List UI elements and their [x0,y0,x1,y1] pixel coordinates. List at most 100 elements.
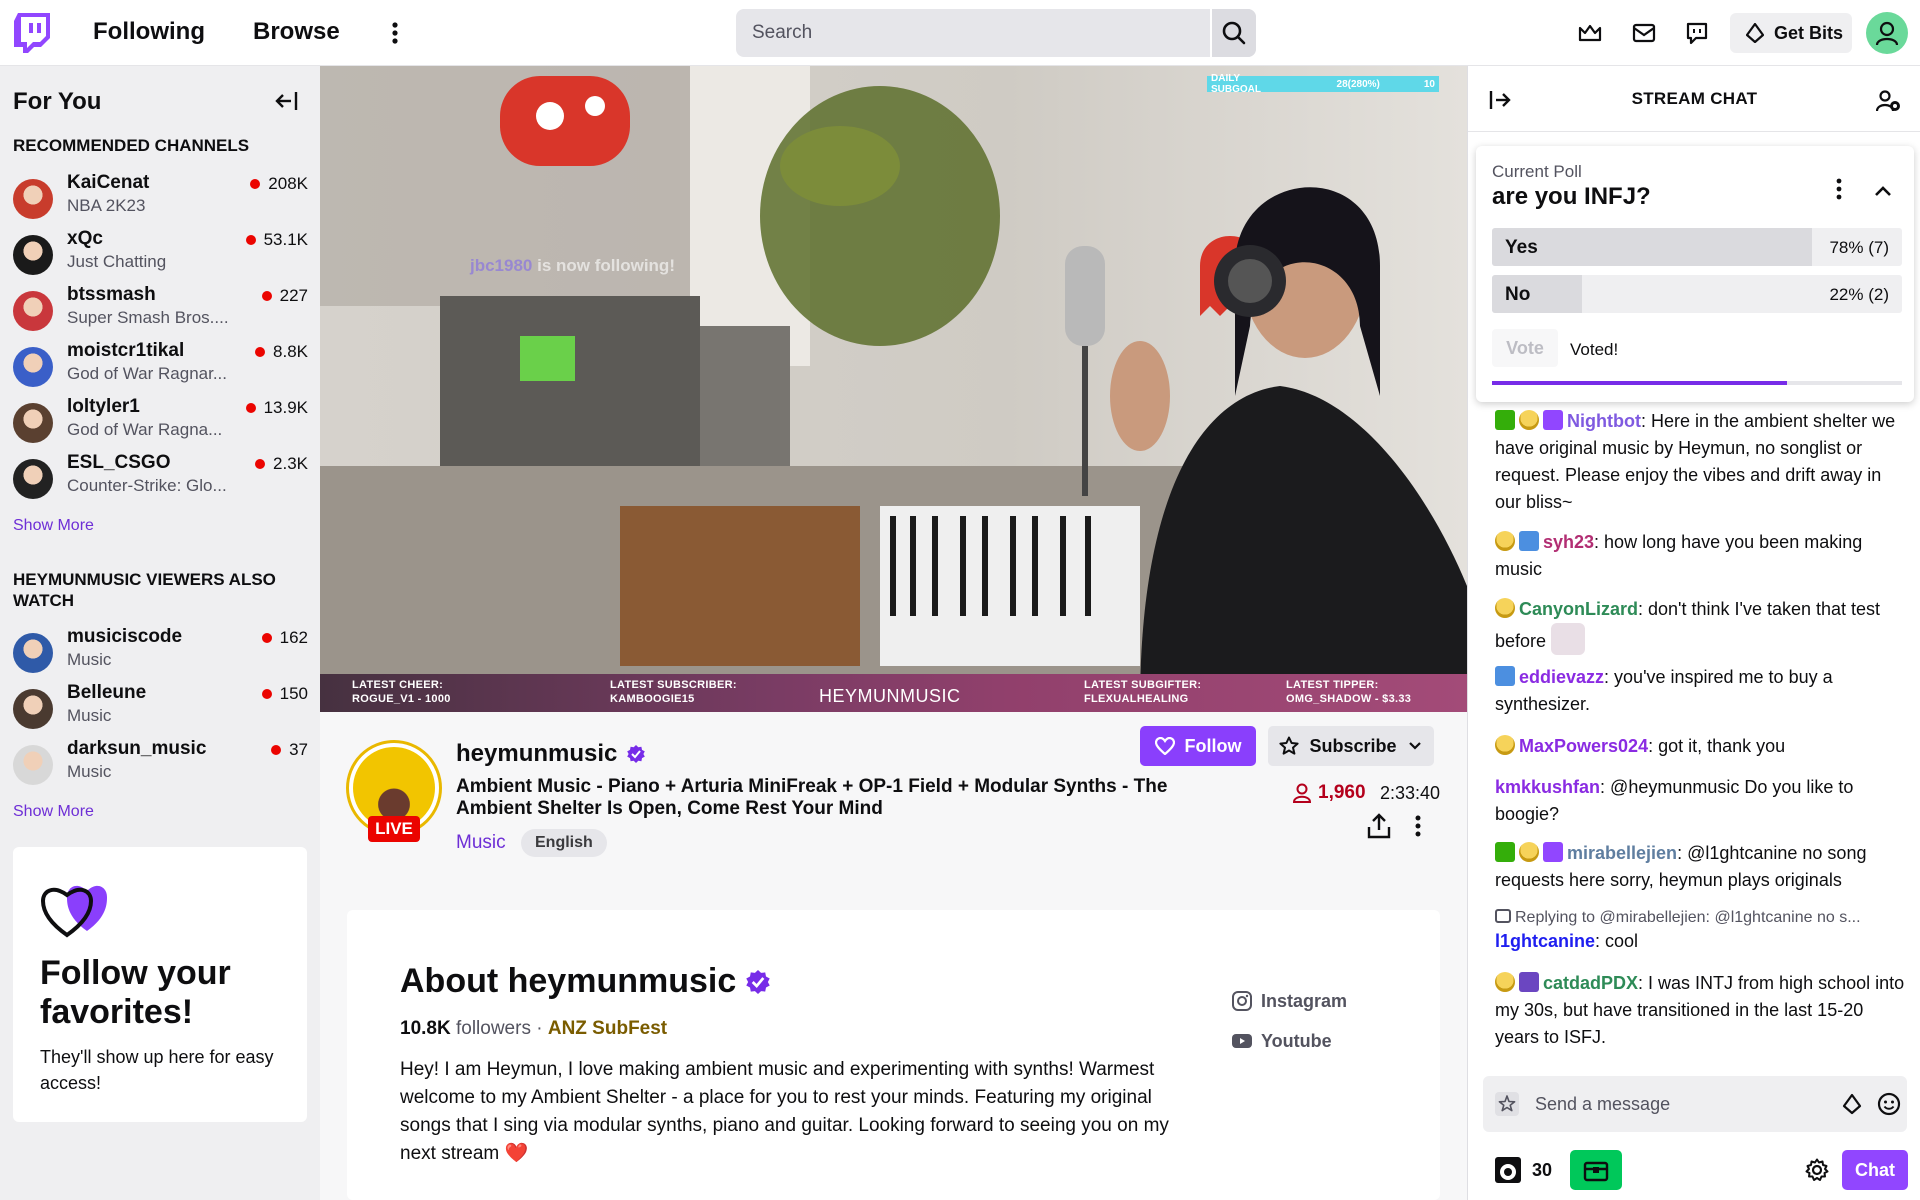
claim-bonus-button[interactable] [1570,1150,1622,1190]
emote-picker-icon[interactable] [1877,1092,1901,1116]
stream-category[interactable]: Music [456,832,506,854]
prime-badge-icon[interactable] [1519,531,1539,551]
chat-username[interactable]: l1ghtcanine [1495,931,1595,951]
chat-message-input[interactable] [1535,1076,1825,1132]
subgoal-value: 28(280%) [1336,78,1380,90]
chat-message: MaxPowers024: got it, thank you [1495,733,1905,760]
sidebar-title: For You [13,88,102,115]
chevron-up-icon[interactable] [1872,180,1894,202]
follow-alert-text: is now following! [532,256,675,275]
cheer-badge-icon[interactable] [1495,735,1515,755]
inbox-icon[interactable] [1631,20,1657,46]
latest-subscriber: LATEST SUBSCRIBER: KAMBOOGIE15 [610,679,737,705]
cheer-badge-icon[interactable] [1495,531,1515,551]
instagram-label: Instagram [1261,990,1348,1011]
channel-name: ESL_CSGO [67,452,171,473]
whispers-icon[interactable] [1684,20,1710,46]
chat-send-button[interactable]: Chat [1842,1150,1908,1190]
moderator-badge-icon[interactable] [1495,410,1515,430]
cheer-badge-icon[interactable] [1519,842,1539,862]
poll-option-no[interactable]: No 22% (2) [1492,275,1902,313]
more-vertical-icon[interactable] [385,18,405,48]
channel-name: Belleune [67,682,147,703]
chat-username[interactable]: catdadPDX [1543,973,1638,993]
show-more-recommended[interactable]: Show More [13,517,94,535]
channel-name[interactable]: heymunmusic [456,740,617,768]
cheer-badge-icon[interactable] [1519,410,1539,430]
nav-following[interactable]: Following [93,18,205,46]
vip-badge-icon[interactable] [1543,842,1563,862]
channel-category: Counter-Strike: Glo... [67,476,227,495]
chat-username[interactable]: eddievazz [1519,667,1604,687]
follow-button[interactable]: Follow [1140,726,1256,766]
user-avatar[interactable] [1866,12,1908,54]
subscribe-button[interactable]: Subscribe [1268,726,1434,766]
poll-more-icon[interactable] [1834,176,1844,202]
chat-username[interactable]: mirabellejien [1567,843,1677,863]
sidebar-channel-recommended-2[interactable]: btssmash Super Smash Bros.... 227 [13,284,308,338]
verified-icon [746,969,770,994]
sidebar-channel-recommended-1[interactable]: xQc Just Chatting 53.1K [13,228,308,282]
channel-avatar [13,745,53,785]
chat-username[interactable]: syh23 [1543,532,1594,552]
channel-avatar [13,689,53,729]
poll-option-yes[interactable]: Yes 78% (7) [1492,228,1902,266]
about-description: Hey! I am Heymun, I love making ambient … [400,1059,1169,1164]
channel-avatar [13,179,53,219]
sidebar-channel-also_watch-1[interactable]: Belleune Music 150 [13,682,308,736]
show-more-also-watch[interactable]: Show More [13,803,94,821]
sidebar-channel-recommended-3[interactable]: moistcr1tikal God of War Ragnar... 8.8K [13,340,308,394]
live-dot-icon [255,459,266,469]
channel-category: God of War Ragnar... [67,364,227,383]
reply-context[interactable]: Replying to @mirabellejien: @l1ghtcanine… [1495,909,1905,927]
channel-points[interactable]: 30 [1494,1156,1552,1184]
viewers-icon [1292,783,1312,803]
channel-points-value: 30 [1532,1159,1553,1180]
live-dot-icon [245,235,256,245]
star-icon[interactable] [1495,1092,1519,1116]
search-button[interactable] [1210,9,1256,57]
gear-icon[interactable] [1805,1158,1829,1182]
sidebar-channel-recommended-0[interactable]: KaiCenat NBA 2K23 208K [13,172,308,226]
collapse-sidebar-icon[interactable] [274,88,300,114]
social-instagram[interactable]: Instagram [1231,990,1347,1012]
prime-badge-icon[interactable] [1495,666,1515,686]
youtube-label: Youtube [1261,1030,1332,1051]
subscriber-badge-icon[interactable] [1519,972,1539,992]
nav-browse[interactable]: Browse [253,18,340,46]
video-player[interactable]: DAILY SUBGOAL 28(280%) 10 jbc1980 is now… [320,66,1467,712]
chat-username[interactable]: MaxPowers024 [1519,736,1648,756]
chat-username[interactable]: Nightbot [1567,411,1641,431]
sidebar-channel-also_watch-2[interactable]: darksun_music Music 37 [13,738,308,792]
cheer-badge-icon[interactable] [1495,972,1515,992]
bits-icon[interactable] [1841,1093,1863,1115]
cheer-badge-icon[interactable] [1495,598,1515,618]
chat-username[interactable]: CanyonLizard [1519,599,1638,619]
verified-bot-badge-icon[interactable] [1543,410,1563,430]
search-input[interactable] [736,9,1208,57]
emote-icon[interactable] [1551,623,1586,655]
channel-avatar [13,235,53,275]
get-bits-button[interactable]: Get Bits [1730,13,1852,53]
share-icon[interactable] [1366,812,1392,840]
community-icon[interactable] [1876,88,1902,114]
sidebar-channel-recommended-5[interactable]: ESL_CSGO Counter-Strike: Glo... 2.3K [13,452,308,506]
viewer-count: 13.9K [263,398,308,417]
language-tag[interactable]: English [521,829,607,857]
moderator-badge-icon[interactable] [1495,842,1515,862]
twitch-logo-icon[interactable] [14,13,50,53]
crown-icon[interactable] [1577,20,1603,46]
chat-username[interactable]: kmkkushfan [1495,777,1600,797]
follower-line: 10.8K followers · ANZ SubFest [400,1018,667,1040]
vote-button[interactable]: Vote [1492,329,1558,367]
left-sidebar: For You RECOMMENDED CHANNELS KaiCenat NBA… [0,66,320,1200]
sidebar-channel-also_watch-0[interactable]: musiciscode Music 162 [13,626,308,680]
poll-option-bar [1492,228,1812,266]
hearts-icon [40,885,107,938]
team-link[interactable]: ANZ SubFest [548,1018,667,1039]
sidebar-channel-recommended-4[interactable]: loltyler1 God of War Ragna... 13.9K [13,396,308,450]
latest-cheer: LATEST CHEER: ROGUE_V1 - 1000 [352,679,451,705]
channel-category: God of War Ragna... [67,420,223,439]
more-options-icon[interactable] [1413,812,1423,840]
social-youtube[interactable]: Youtube [1231,1030,1332,1052]
